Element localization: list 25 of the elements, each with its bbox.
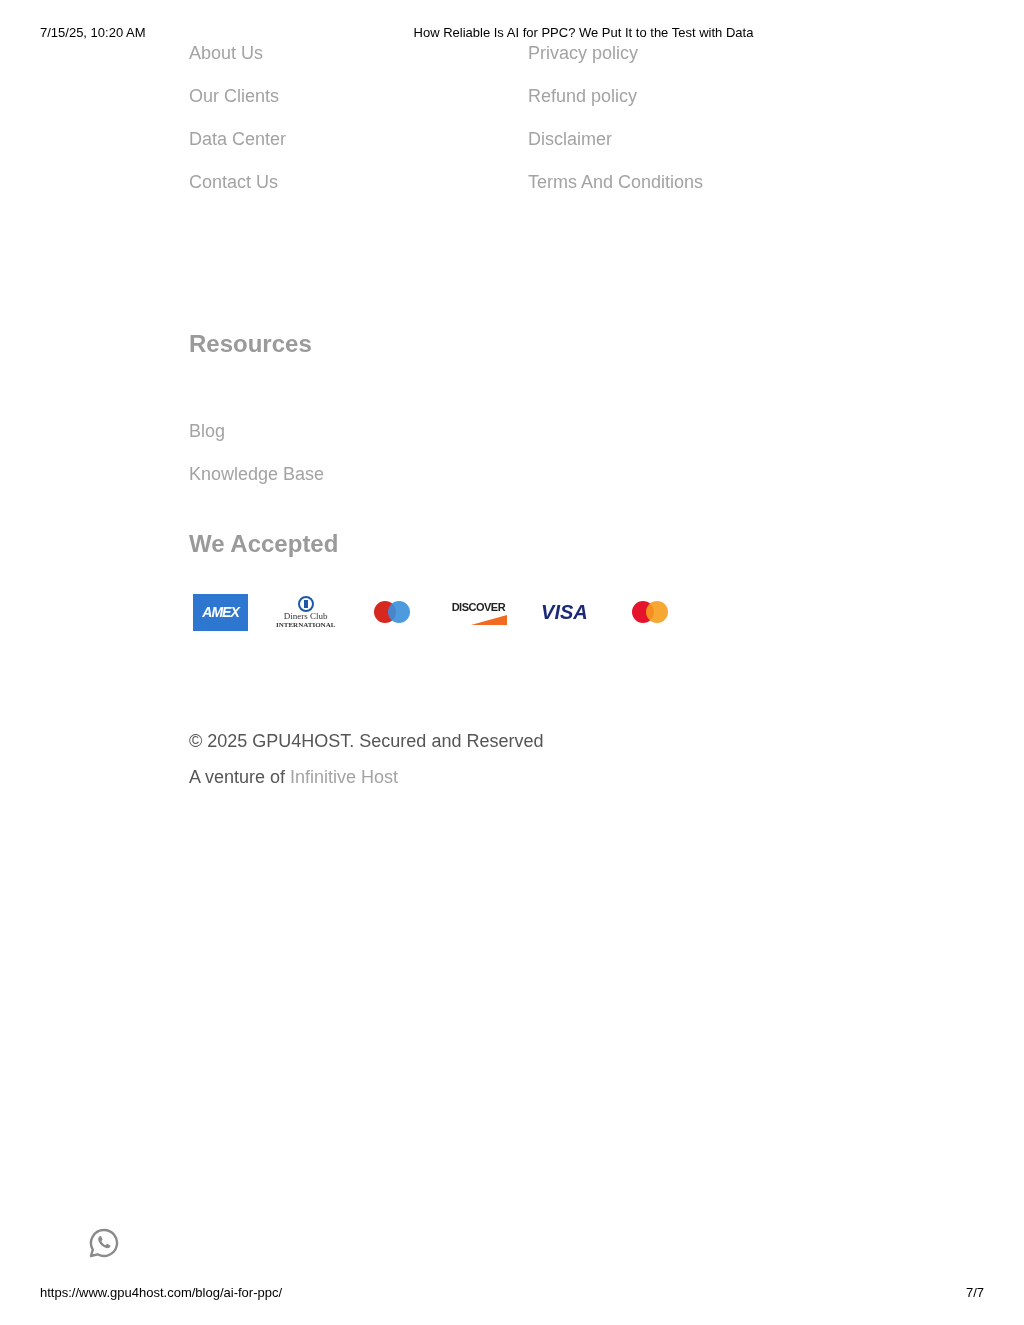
footer-link[interactable]: Refund policy bbox=[528, 85, 638, 107]
mastercard-logo bbox=[630, 598, 671, 626]
footer-link[interactable]: Terms And Conditions bbox=[528, 171, 704, 193]
page-title: How Reliable Is AI for PPC? We Put It to the Test with Data bbox=[413, 25, 754, 41]
print-date: 7/15/25, 10:20 AM bbox=[40, 25, 146, 41]
footer-link[interactable]: Contact Us bbox=[189, 171, 279, 193]
infinitive-host-link[interactable]: Infinitive Host bbox=[290, 766, 399, 788]
visa-logo: VISA bbox=[540, 600, 589, 625]
whatsapp-icon[interactable] bbox=[88, 1227, 120, 1259]
footer-link[interactable]: Data Center bbox=[189, 128, 287, 150]
amex-logo: AMEX bbox=[193, 593, 248, 631]
page-number: 7/7 bbox=[965, 1285, 984, 1301]
discover-logo: DISCOVER bbox=[449, 593, 508, 631]
copyright-text: © 2025 GPU4HOST. Secured and Reserved bbox=[189, 730, 545, 752]
footer-link[interactable]: Our Clients bbox=[189, 85, 280, 107]
footer-link[interactable]: Knowledge Base bbox=[189, 463, 325, 485]
footer-link[interactable]: Disclaimer bbox=[528, 128, 612, 150]
page-url: https://www.gpu4host.com/blog/ai-for-ppc/ bbox=[40, 1285, 283, 1301]
venture-text: A venture of Infinitive Host bbox=[189, 766, 400, 788]
footer-link[interactable]: About Us bbox=[189, 42, 264, 64]
footer-link[interactable]: Blog bbox=[189, 420, 226, 442]
footer-link[interactable]: Privacy policy bbox=[528, 42, 639, 64]
section-heading: Resources bbox=[189, 330, 313, 358]
maestro-logo bbox=[372, 598, 413, 626]
section-heading: We Accepted bbox=[189, 530, 340, 558]
